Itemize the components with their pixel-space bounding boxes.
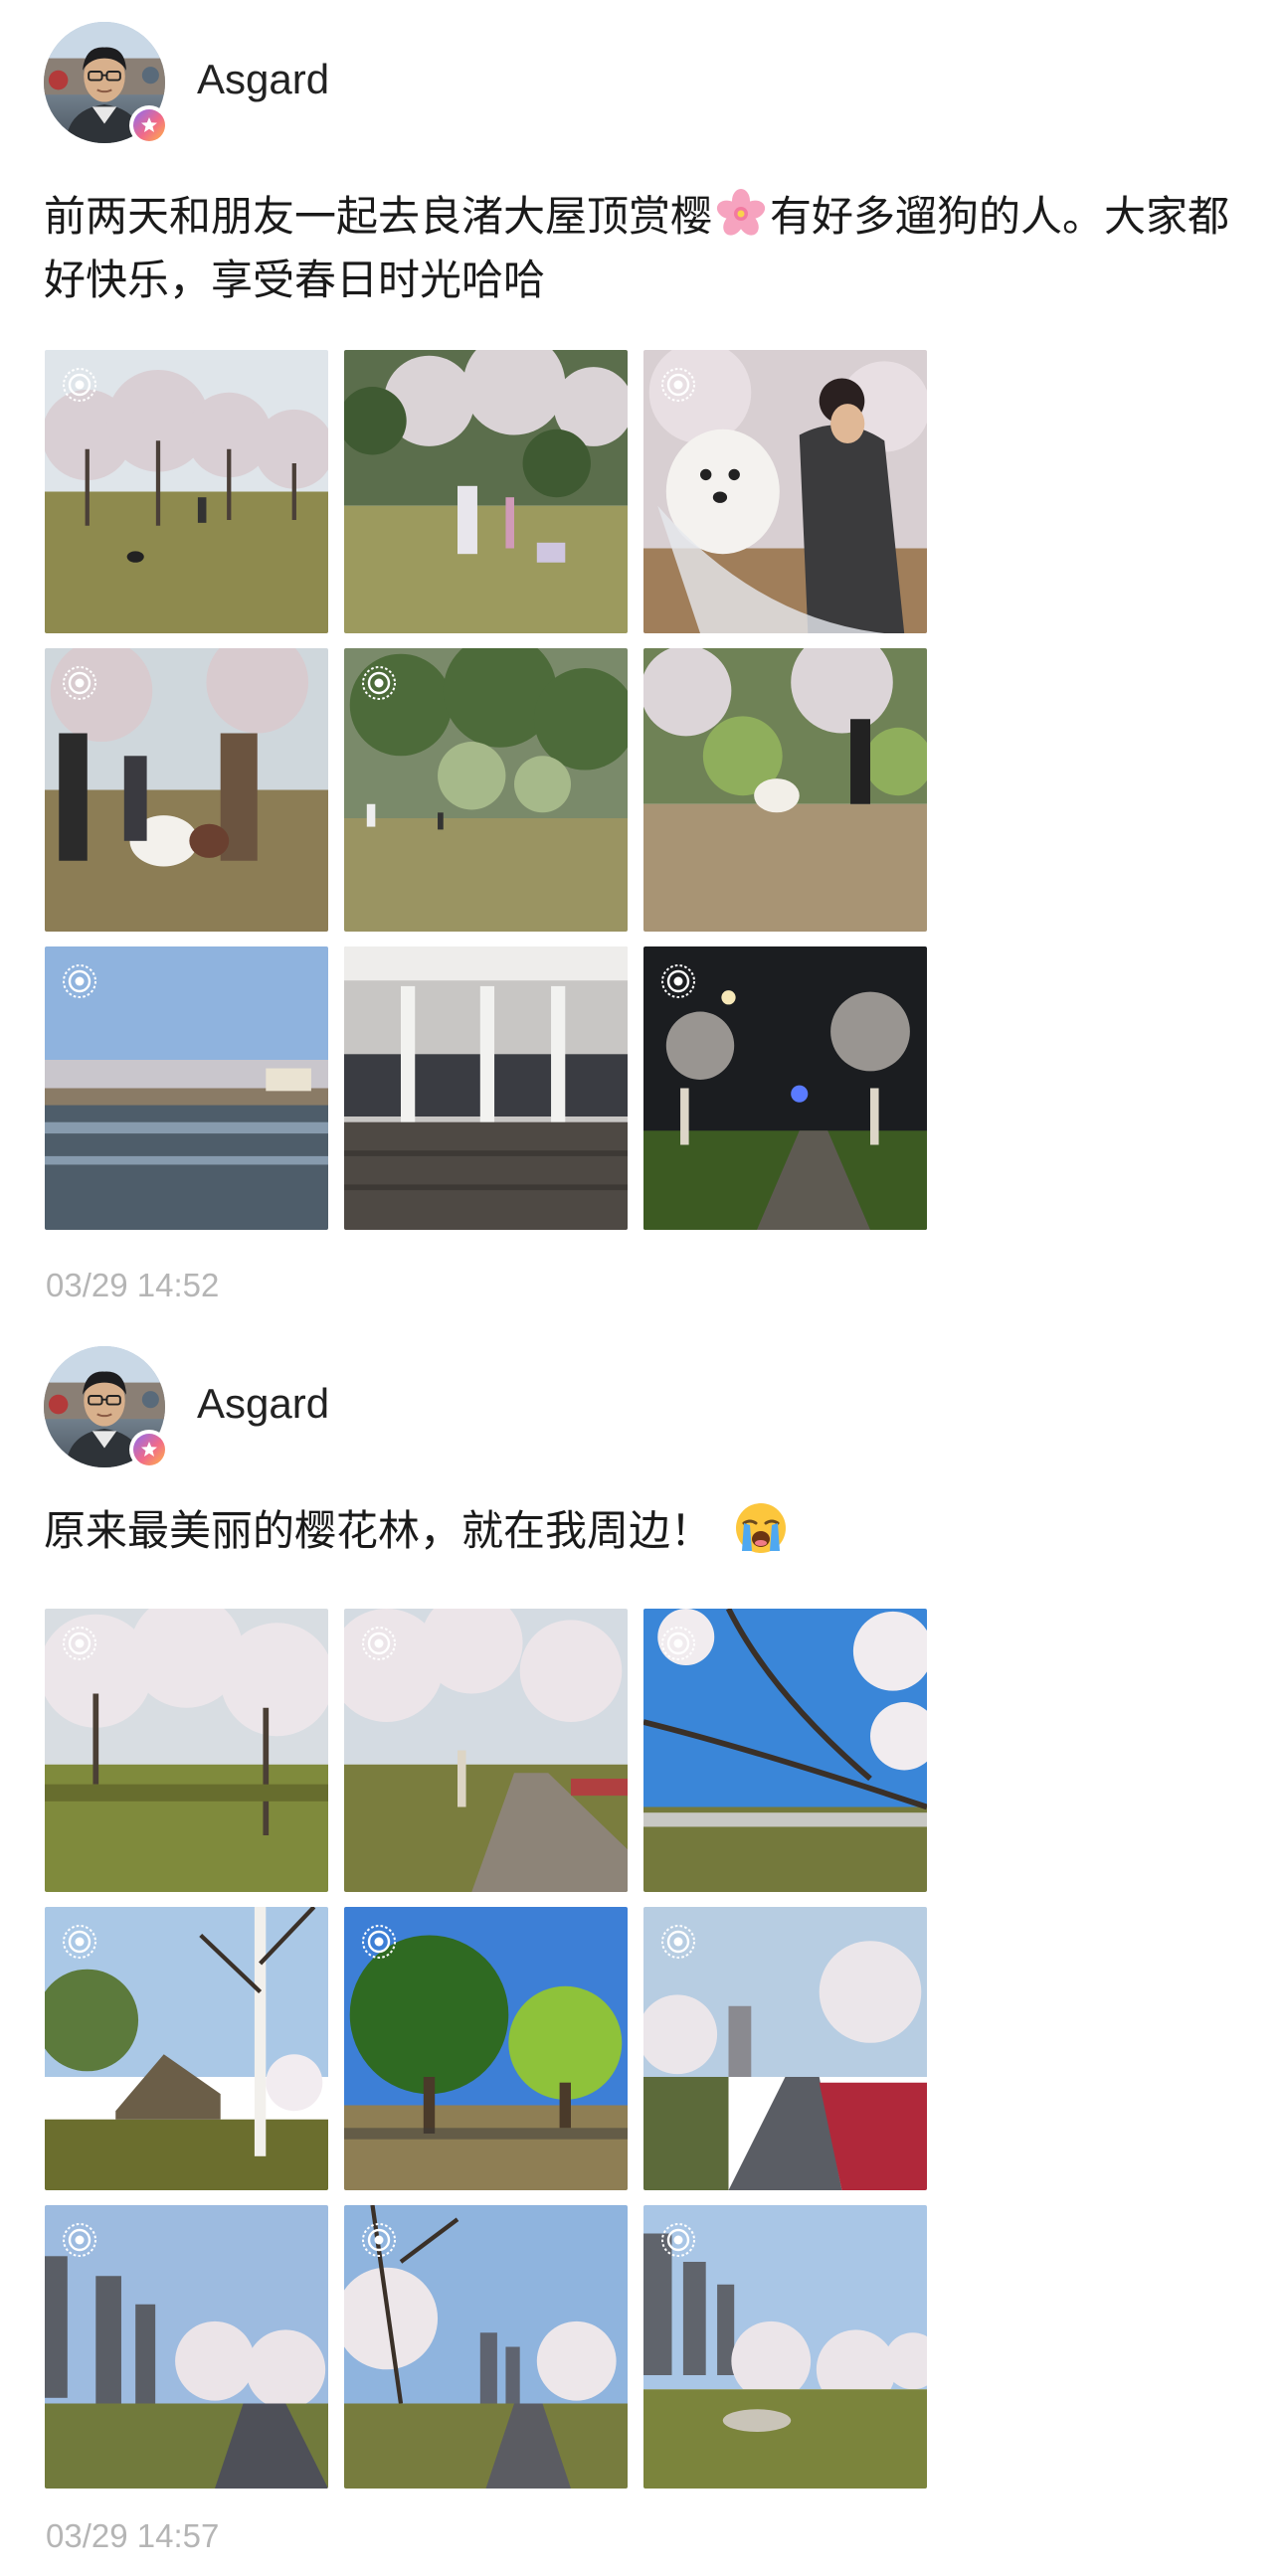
photo-thumbnail[interactable] [643, 1609, 927, 1892]
live-photo-icon [61, 1625, 98, 1662]
live-photo-icon [61, 1923, 98, 1961]
crying-face-emoji [734, 1501, 788, 1555]
photo-grid [45, 1609, 928, 2489]
photo-thumbnail[interactable] [643, 1907, 927, 2190]
photo-thumbnail[interactable] [643, 350, 927, 633]
photo-thumbnail[interactable] [45, 648, 328, 932]
live-photo-icon [360, 1625, 398, 1662]
photo-thumbnail[interactable] [344, 350, 628, 633]
cherry-blossom-emoji [714, 187, 768, 241]
live-photo-icon [360, 1923, 398, 1961]
photo-thumbnail[interactable] [643, 648, 927, 932]
photo-thumbnail[interactable] [45, 1609, 328, 1892]
post-timestamp: 03/29 14:52 [46, 1267, 220, 1303]
photo-thumbnail[interactable] [643, 2205, 927, 2489]
photo-thumbnail[interactable] [344, 1609, 628, 1892]
photo-grid [45, 350, 928, 1230]
post-text: 原来最美丽的樱花林，就在我周边！ [44, 1499, 1237, 1563]
live-photo-icon [360, 664, 398, 702]
username[interactable]: Asgard [197, 56, 329, 103]
post-timestamp: 03/29 14:57 [46, 2517, 220, 2554]
live-photo-icon [659, 1923, 697, 1961]
post-text-part: 前两天和朋友一起去良渚大屋顶赏樱 [44, 192, 713, 241]
photo-thumbnail[interactable] [344, 648, 628, 932]
live-photo-icon [659, 366, 697, 404]
post-text: 前两天和朋友一起去良渚大屋顶赏樱 有好多遛狗的人。大家都好快乐，享受春日时光哈哈 [44, 185, 1237, 312]
live-photo-icon [61, 664, 98, 702]
photo-thumbnail[interactable] [45, 350, 328, 633]
username[interactable]: Asgard [197, 1380, 329, 1428]
live-photo-icon [659, 962, 697, 1000]
live-photo-icon [360, 2221, 398, 2259]
photo-thumbnail[interactable] [643, 946, 927, 1230]
live-photo-icon [61, 962, 98, 1000]
live-photo-icon [61, 366, 98, 404]
photo-thumbnail[interactable] [344, 2205, 628, 2489]
post-text-part: 原来最美丽的樱花林，就在我周边！ [44, 1506, 713, 1555]
live-photo-icon [659, 1625, 697, 1662]
live-photo-icon [659, 2221, 697, 2259]
live-photo-icon [61, 2221, 98, 2259]
photo-thumbnail[interactable] [45, 946, 328, 1230]
verified-badge-icon [129, 105, 169, 145]
photo-thumbnail[interactable] [45, 1907, 328, 2190]
photo-thumbnail[interactable] [344, 1907, 628, 2190]
photo-thumbnail[interactable] [45, 2205, 328, 2489]
photo-thumbnail[interactable] [344, 946, 628, 1230]
verified-badge-icon [129, 1430, 169, 1469]
